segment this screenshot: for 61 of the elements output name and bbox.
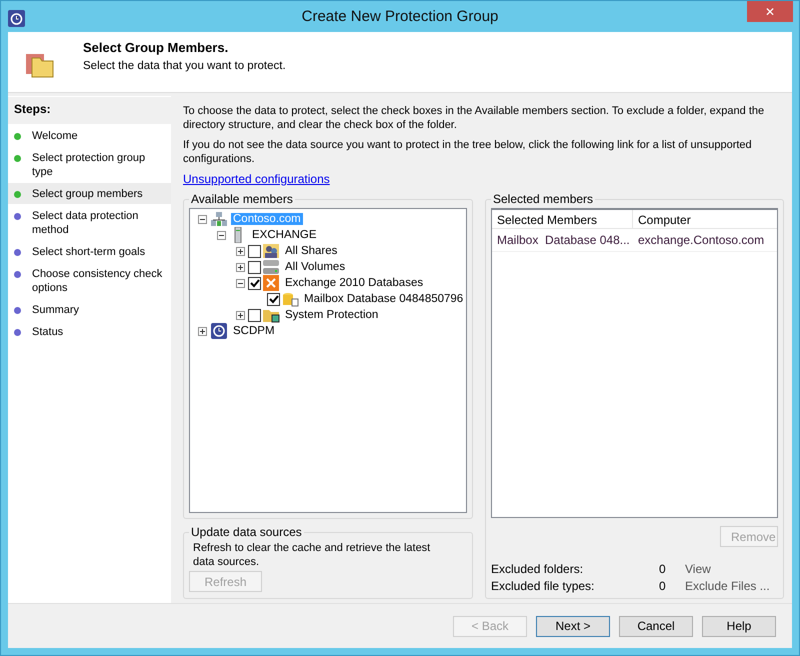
- step-item[interactable]: Select short-term goals: [8, 241, 171, 262]
- app-clock-icon: [8, 10, 25, 27]
- database-icon: [281, 291, 299, 307]
- tree-item[interactable]: SCDPM: [231, 325, 277, 337]
- exclusion-action[interactable]: Exclude Files ...: [685, 579, 770, 593]
- tree-item[interactable]: Exchange 2010 Databases: [283, 277, 426, 289]
- tree-item[interactable]: Mailbox Database 0484850796: [302, 293, 466, 305]
- steps-title: Steps:: [8, 97, 171, 124]
- expand-toggle[interactable]: [236, 262, 245, 272]
- drives-icon: [262, 259, 280, 275]
- step-item[interactable]: Select protection group type: [8, 147, 171, 182]
- exclusion-count: 0: [659, 562, 667, 576]
- collapse-toggle[interactable]: [217, 230, 226, 240]
- close-button[interactable]: ✕: [747, 1, 793, 22]
- checkbox[interactable]: [248, 308, 261, 322]
- group-title: Selected members: [492, 192, 594, 206]
- collapse-toggle[interactable]: [198, 214, 207, 224]
- instruction-text: To choose the data to protect, select the check boxes in the Available members section. To exclude a folder, expand the directory structure, and clear the check box of the folder.: [183, 104, 766, 132]
- expand-toggle[interactable]: [198, 326, 207, 336]
- step-item[interactable]: Choose consistency check options: [8, 263, 171, 298]
- collapse-toggle[interactable]: [236, 278, 245, 288]
- window-title: Create New Protection Group: [302, 8, 498, 25]
- exchange-icon: [262, 275, 280, 291]
- expand-toggle[interactable]: [236, 310, 245, 320]
- group-title: Available members: [190, 192, 294, 206]
- checkbox[interactable]: [248, 244, 261, 258]
- folders-icon: [26, 52, 54, 78]
- clock-icon: [210, 323, 228, 339]
- unsupported-link[interactable]: Unsupported configurations: [183, 172, 330, 186]
- checkbox[interactable]: [248, 260, 261, 274]
- step-item[interactable]: Welcome: [8, 125, 171, 146]
- checkbox[interactable]: [267, 292, 280, 306]
- step-item[interactable]: Status: [8, 321, 171, 342]
- step-item[interactable]: Select data protection method: [8, 205, 171, 240]
- list-cell-text: exchange.Contoso.com: [637, 232, 766, 249]
- tree-item[interactable]: System Protection: [283, 309, 380, 321]
- folder-icon: [262, 307, 280, 323]
- exclusion-action[interactable]: View: [685, 562, 711, 576]
- dialog-button[interactable]: Help: [702, 616, 776, 636]
- instruction-text: If you do not see the data source you want to protect in the tree below, click the following link for a list of unsupported configurations.: [183, 138, 753, 166]
- group-title: Update data sources: [190, 525, 303, 539]
- exclusion-count: 0: [659, 579, 667, 593]
- step-item[interactable]: Summary: [8, 299, 171, 320]
- update-text: Refresh to clear the cache and retrieve the latest data sources.: [193, 541, 432, 569]
- exclusion-label: Excluded file types:: [491, 579, 596, 593]
- users-icon: [262, 243, 280, 259]
- tree-item[interactable]: EXCHANGE: [250, 229, 319, 241]
- page-subtitle: Select the data that you want to protect.: [83, 60, 286, 72]
- dialog-button[interactable]: Next >: [536, 616, 610, 636]
- network-icon: [210, 211, 228, 227]
- exclusion-label: Excluded folders:: [491, 562, 584, 576]
- tree-item[interactable]: All Shares: [283, 245, 340, 257]
- page-title: Select Group Members.: [83, 40, 230, 55]
- list-cell-text: Mailbox Database 048...: [496, 232, 631, 249]
- expand-toggle[interactable]: [236, 246, 245, 256]
- column-header[interactable]: Selected Members: [492, 210, 633, 228]
- dialog-button[interactable]: Cancel: [619, 616, 693, 636]
- step-item[interactable]: Select group members: [8, 183, 171, 204]
- checkbox[interactable]: [248, 276, 261, 290]
- tree-item[interactable]: All Volumes: [283, 261, 348, 273]
- column-header[interactable]: Computer: [633, 210, 773, 228]
